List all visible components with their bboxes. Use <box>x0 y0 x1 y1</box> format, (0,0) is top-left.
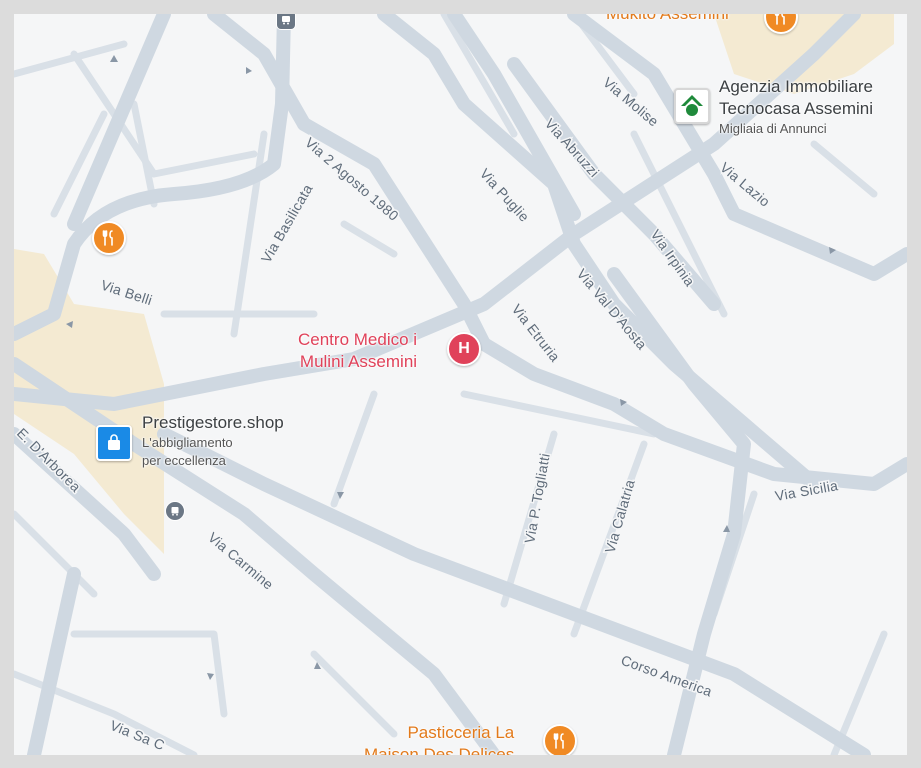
poi-name-line: Tecnocasa Assemini <box>719 99 874 118</box>
street-label: Via Calatria <box>602 478 638 555</box>
poi-name-line: Pasticceria La <box>407 723 515 742</box>
poi-subtitle: L'abbigliamento <box>142 435 233 450</box>
poi-label-prestige[interactable]: Prestigestore.shop L'abbigliamento per e… <box>142 412 284 470</box>
street-label: Via Irpinia <box>648 227 699 290</box>
poi-name-line: Centro Medico i <box>298 330 418 349</box>
street-label: Via Belli <box>99 277 154 309</box>
poi-name: Prestigestore.shop <box>142 413 284 432</box>
street-label: Via Etruria <box>509 301 564 365</box>
street-label: Via Basilicata <box>258 181 316 265</box>
poi-label-centro-medico[interactable]: Centro Medico i Mulini Assemini <box>298 329 417 373</box>
restaurant-icon[interactable] <box>543 724 577 755</box>
restaurant-icon[interactable] <box>92 221 126 255</box>
poi-name-line: Maison Des Delices <box>364 745 515 755</box>
transit-icon[interactable] <box>276 14 296 30</box>
street-label: Via Puglie <box>477 165 533 225</box>
hospital-letter: H <box>458 340 470 357</box>
map-canvas[interactable]: Via 2 Agosto 1980 Via Basilicata Via Pug… <box>14 14 907 755</box>
poi-label-pasticceria[interactable]: Pasticceria La Maison Des Delices <box>364 722 514 755</box>
poi-subtitle: per eccellenza <box>142 453 226 468</box>
house-icon[interactable] <box>674 88 710 124</box>
poi-name-line: Agenzia Immobiliare <box>719 77 874 96</box>
hospital-icon[interactable]: H <box>447 332 481 366</box>
bus-stop-icon[interactable] <box>165 501 185 521</box>
poi-label-mukito[interactable]: Mukito Assemini <box>606 14 729 25</box>
street-label: Via P. Togliatti <box>521 452 553 545</box>
poi-subtitle: Migliaia di Annunci <box>719 121 827 136</box>
shopping-bag-icon[interactable] <box>96 425 132 461</box>
poi-label-tecnocasa[interactable]: Agenzia Immobiliare Tecnocasa Assemini M… <box>719 76 873 138</box>
poi-name-line: Mulini Assemini <box>299 352 418 371</box>
